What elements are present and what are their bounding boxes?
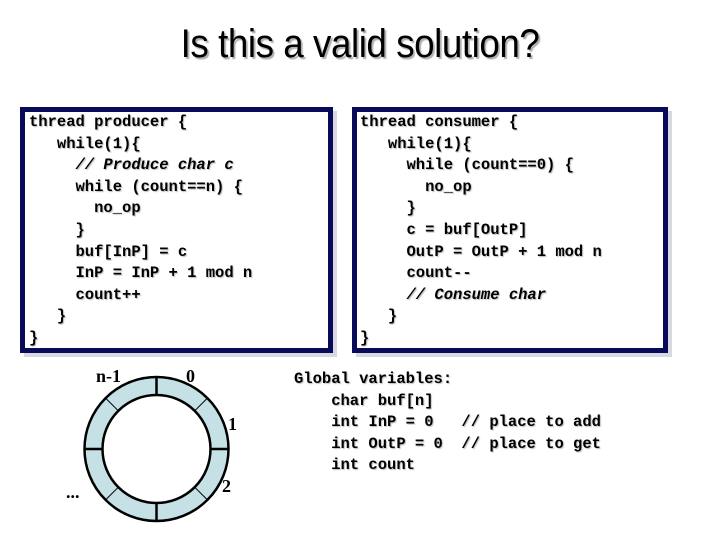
ring-label-ellipsis: ... (66, 482, 80, 502)
code-line: // Produce char c (75, 156, 234, 175)
ring-label-0: 0 (186, 366, 195, 386)
code-line: Global variables: (294, 370, 453, 388)
code-line: } (29, 328, 39, 347)
ring-inner-edge (101, 393, 212, 505)
code-line: } (56, 307, 67, 326)
code-line: no_op (425, 177, 472, 196)
code-line: thread consumer { (360, 113, 519, 131)
code-line: } (406, 199, 416, 218)
code-line: c = buf[OutP] (406, 220, 528, 239)
code-line: count-- (406, 264, 472, 283)
code-line: } (75, 220, 85, 239)
code-line: OutP = OutP + 1 mod n (406, 242, 602, 261)
code-line: int InP = 0 // place to add (331, 413, 601, 432)
code-line: while (count==n) { (75, 177, 243, 196)
code-line: while(1){ (56, 134, 141, 153)
consumer-code: thread consumer { while(1){ while (count… (360, 112, 602, 350)
code-line: buf[InP] = c (75, 242, 188, 261)
code-line: while(1){ (387, 134, 472, 153)
code-line: count++ (75, 285, 141, 304)
circular-buffer-diagram (83, 375, 230, 523)
code-line: InP = InP + 1 mod n (75, 264, 253, 283)
code-line: // Consume char (406, 285, 547, 304)
code-line: } (360, 328, 370, 347)
code-line: while (count==0) { (406, 156, 574, 175)
ring-label-2: 2 (222, 476, 231, 496)
ring-label-n-minus-1: n-1 (96, 366, 122, 386)
code-line: int count (331, 456, 415, 475)
code-line: int OutP = 0 // place to get (331, 434, 601, 453)
global-variables: Global variables: char buf[n] int InP = … (294, 369, 601, 477)
code-line: thread producer { (29, 113, 188, 131)
code-line: no_op (94, 199, 141, 218)
ring-label-1: 1 (228, 414, 237, 434)
slide-title: Is this a valid solution? (180, 22, 540, 66)
code-line: char buf[n] (331, 391, 434, 410)
producer-code: thread producer { while(1){ // Produce c… (29, 112, 252, 350)
code-line: } (387, 307, 398, 326)
